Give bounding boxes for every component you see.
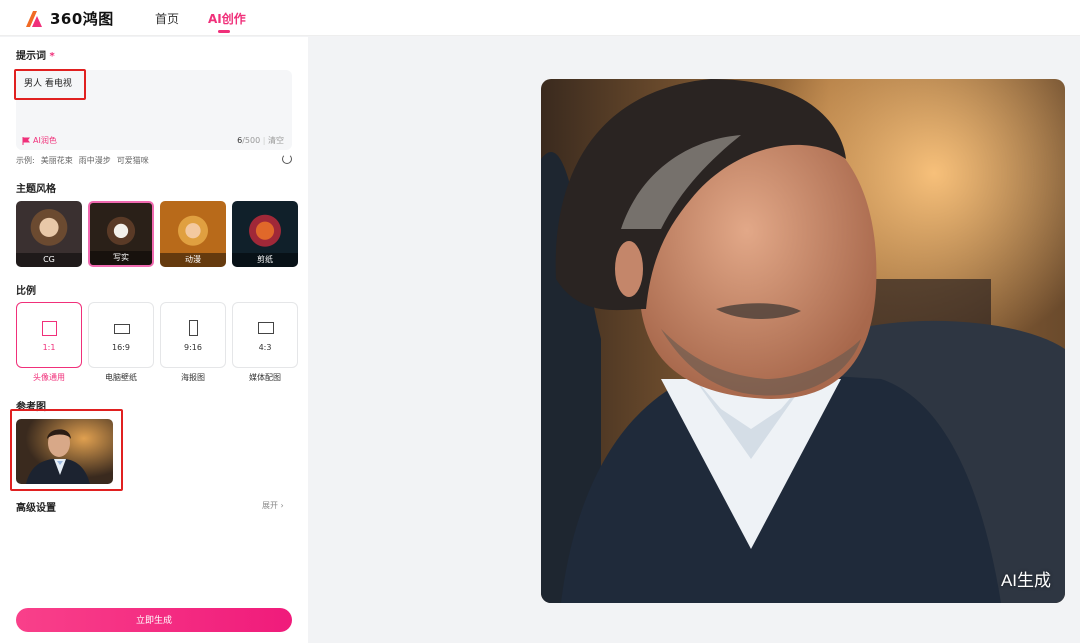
top-navigation: 360鸿图 首页 AI创作 xyxy=(0,0,1080,36)
highlight-box-reference xyxy=(10,409,123,491)
ratio-value: 4:3 xyxy=(258,343,272,352)
style-card-papercut[interactable]: 剪纸 xyxy=(232,201,298,267)
settings-panel: 提示词 * 男人 看电视 AI润色 6/500 | 清空 示例: 美丽花束 雨中… xyxy=(0,37,308,643)
prompt-examples: 示例: 美丽花束 雨中漫步 可爱猫咪 xyxy=(16,155,149,166)
required-mark: * xyxy=(49,51,55,62)
prompt-section-title: 提示词 * xyxy=(16,47,55,62)
generated-image: AI生成 xyxy=(541,79,1065,603)
examples-label: 示例: xyxy=(16,156,35,165)
ratio-value: 9:16 xyxy=(184,343,202,352)
ratio-desc: 媒体配图 xyxy=(249,373,281,382)
generate-button[interactable]: 立即生成 xyxy=(16,608,292,632)
ratio-desc: 头像通用 xyxy=(33,373,65,382)
style-label: 写实 xyxy=(90,251,152,265)
char-counter: 6/500 | 清空 xyxy=(237,136,284,145)
example-chip[interactable]: 美丽花束 xyxy=(41,155,73,166)
ratio-value: 1:1 xyxy=(42,343,56,352)
ai-polish-label: AI润色 xyxy=(33,136,57,145)
ratio-desc: 电脑壁纸 xyxy=(105,373,137,382)
nav-home[interactable]: 首页 xyxy=(155,10,179,27)
rectangle-icon xyxy=(258,322,274,334)
example-chip[interactable]: 可爱猫咪 xyxy=(117,155,149,166)
style-section-title: 主题风格 xyxy=(16,184,56,195)
logo[interactable]: 360鸿图 xyxy=(24,8,114,29)
highlight-box-prompt xyxy=(14,69,86,100)
logo-icon xyxy=(26,10,42,27)
advanced-settings-title: 高级设置 xyxy=(16,503,56,514)
nav-active-indicator xyxy=(218,30,230,33)
portrait-icon xyxy=(189,320,198,336)
example-chip[interactable]: 雨中漫步 xyxy=(79,155,111,166)
ratio-section-title: 比例 xyxy=(16,286,36,297)
flag-icon xyxy=(22,136,30,145)
ratio-value: 16:9 xyxy=(112,343,130,352)
char-max: /500 xyxy=(242,136,261,145)
style-label: 动漫 xyxy=(160,253,226,267)
ratio-16-9[interactable]: 16:9 xyxy=(88,302,154,368)
landscape-icon xyxy=(114,324,130,334)
refresh-examples-icon[interactable] xyxy=(282,154,292,164)
style-label: 剪纸 xyxy=(232,253,298,267)
clear-button[interactable]: 清空 xyxy=(268,136,284,145)
logo-text: 360鸿图 xyxy=(50,10,114,28)
ai-watermark: AI生成 xyxy=(1000,571,1051,590)
ratio-4-3[interactable]: 4:3 xyxy=(232,302,298,368)
prompt-title: 提示词 xyxy=(16,51,46,62)
ratio-desc: 海报图 xyxy=(181,373,205,382)
result-photo xyxy=(541,79,1065,603)
style-card-anime[interactable]: 动漫 xyxy=(160,201,226,267)
expand-advanced-button[interactable]: 展开 › xyxy=(262,500,284,511)
nav-ai-create[interactable]: AI创作 xyxy=(208,10,246,27)
ratio-9-16[interactable]: 9:16 xyxy=(160,302,226,368)
style-card-cg[interactable]: CG xyxy=(16,201,82,267)
style-card-realistic[interactable]: 写实 xyxy=(88,201,154,267)
square-icon xyxy=(42,321,57,336)
style-label: CG xyxy=(16,253,82,267)
ai-polish-button[interactable]: AI润色 xyxy=(22,135,57,146)
ratio-1-1[interactable]: 1:1 xyxy=(16,302,82,368)
